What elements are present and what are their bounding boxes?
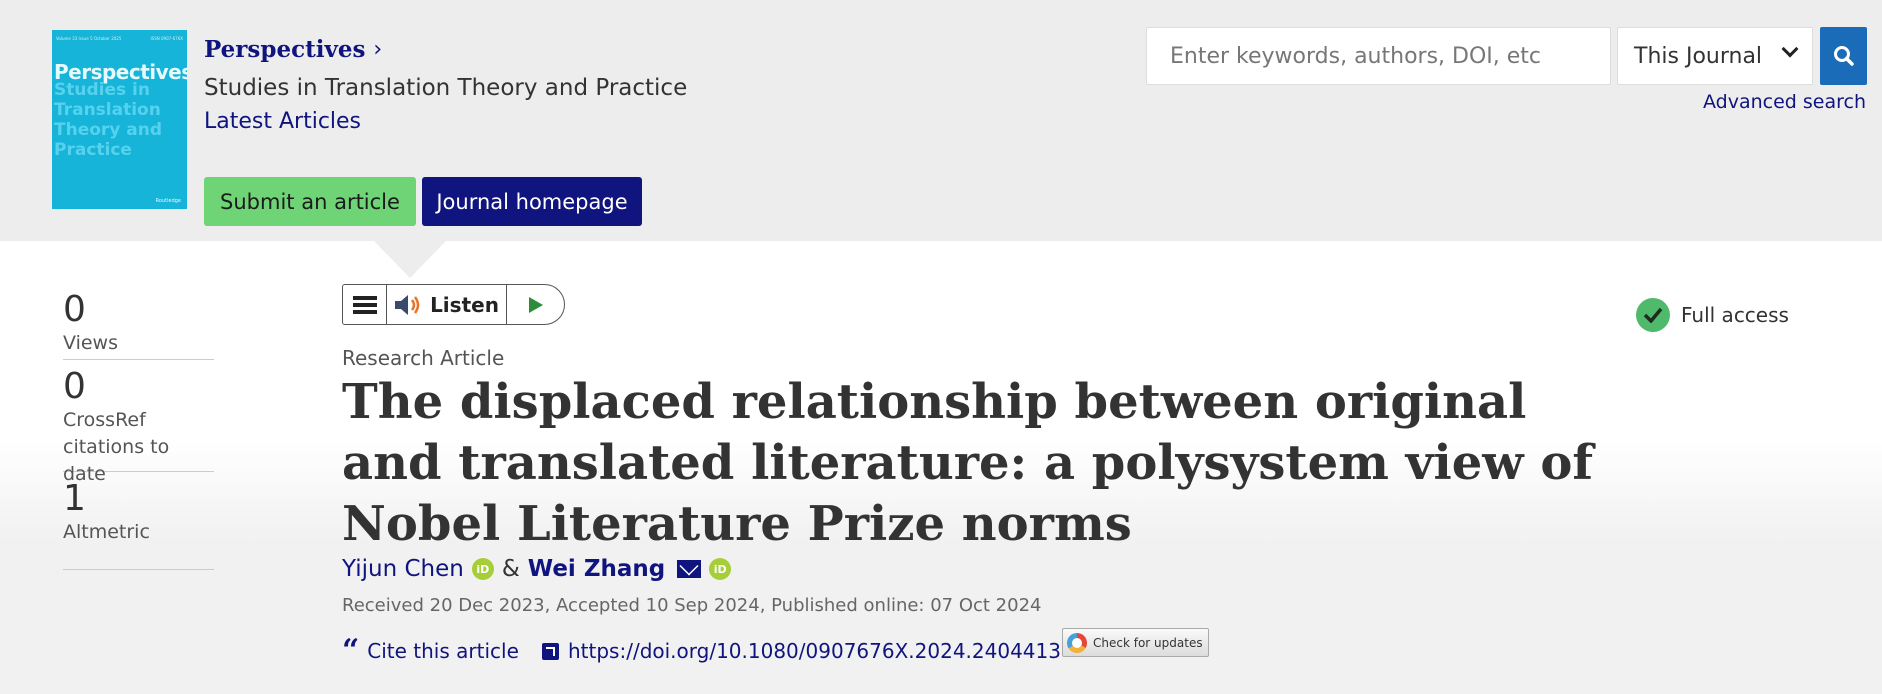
search-scope-select[interactable]: This Journal — [1617, 27, 1813, 85]
doi-link[interactable]: https://doi.org/10.1080/0907676X.2024.24… — [542, 639, 1061, 663]
doi-text: https://doi.org/10.1080/0907676X.2024.24… — [568, 639, 1061, 663]
cover-issn-text: ISSN 0907-676X — [150, 36, 183, 41]
metric-label: Views — [63, 332, 118, 354]
chevron-down-icon — [1781, 40, 1799, 58]
author-list: Yijun Chen iD & Wei Zhang iD — [342, 556, 732, 582]
advanced-search-link[interactable]: Advanced search — [1703, 91, 1866, 113]
chevron-right-icon: › — [373, 37, 383, 62]
listen-player: Listen — [342, 284, 565, 325]
cover-publisher: Routledge — [155, 198, 181, 204]
journal-subtitle: Studies in Translation Theory and Practi… — [204, 75, 688, 101]
metric-altmetric[interactable]: 1 Altmetric — [63, 479, 214, 570]
listen-button[interactable]: Listen — [387, 285, 507, 324]
journal-homepage-button[interactable]: Journal homepage — [422, 177, 642, 226]
author-link[interactable]: Yijun Chen — [342, 556, 464, 582]
metric-label: Altmetric — [63, 521, 150, 543]
author-link[interactable]: Wei Zhang — [528, 556, 665, 582]
metric-crossref[interactable]: 0 CrossRef citations to date — [63, 366, 214, 485]
speaker-icon — [395, 294, 420, 315]
crossmark-icon — [1067, 632, 1087, 653]
article-title: The displaced relationship between origi… — [342, 374, 1593, 552]
check-icon — [1636, 298, 1670, 332]
article-type: Research Article — [342, 346, 505, 370]
latest-articles-link[interactable]: Latest Articles — [204, 109, 361, 134]
access-label: Full access — [1681, 303, 1789, 327]
cite-label: Cite this article — [367, 639, 519, 663]
cover-volume-text: Volume 33 Issue 5 October 2025 — [56, 36, 122, 41]
metric-value: 0 — [63, 366, 86, 407]
quote-icon: “ — [342, 633, 360, 668]
orcid-icon[interactable]: iD — [709, 558, 732, 580]
publication-dates: Received 20 Dec 2023, Accepted 10 Sep 20… — [342, 595, 1042, 616]
updates-label: Check for updates — [1093, 635, 1203, 650]
journal-title: Perspectives — [204, 36, 366, 63]
search-scope-value: This Journal — [1634, 43, 1763, 69]
check-for-updates-button[interactable]: Check for updates — [1062, 628, 1209, 657]
hamburger-icon — [352, 295, 377, 314]
author-separator: & — [501, 556, 520, 582]
journal-title-link[interactable]: Perspectives › — [204, 36, 382, 63]
metric-label: CrossRef citations to date — [63, 409, 170, 485]
mail-icon[interactable] — [677, 560, 702, 578]
metric-value: 0 — [63, 289, 86, 330]
search-icon — [1833, 46, 1854, 66]
listen-label: Listen — [430, 292, 499, 317]
header-pointer-arrow — [373, 240, 447, 278]
access-status: Full access — [1636, 298, 1789, 332]
article-metrics: 0 Views 0 CrossRef citations to date 1 A… — [63, 290, 214, 570]
metric-views: 0 Views — [63, 290, 214, 360]
journal-cover-image[interactable]: Volume 33 Issue 5 October 2025 ISSN 0907… — [52, 30, 187, 209]
external-link-icon — [542, 642, 559, 660]
journal-header: Volume 33 Issue 5 October 2025 ISSN 0907… — [0, 0, 1882, 241]
metric-value: 1 — [63, 478, 86, 519]
listen-menu-button[interactable] — [343, 285, 387, 324]
search-button[interactable] — [1820, 27, 1867, 85]
cover-subtitle: Studies in Translation Theory and Practi… — [54, 80, 163, 160]
search-input[interactable]: Enter keywords, authors, DOI, etc — [1146, 27, 1611, 85]
submit-article-button[interactable]: Submit an article — [204, 177, 416, 226]
cite-article-link[interactable]: “ Cite this article — [342, 633, 519, 668]
orcid-icon[interactable]: iD — [471, 558, 494, 580]
play-button[interactable] — [507, 285, 564, 324]
play-icon — [528, 296, 543, 313]
